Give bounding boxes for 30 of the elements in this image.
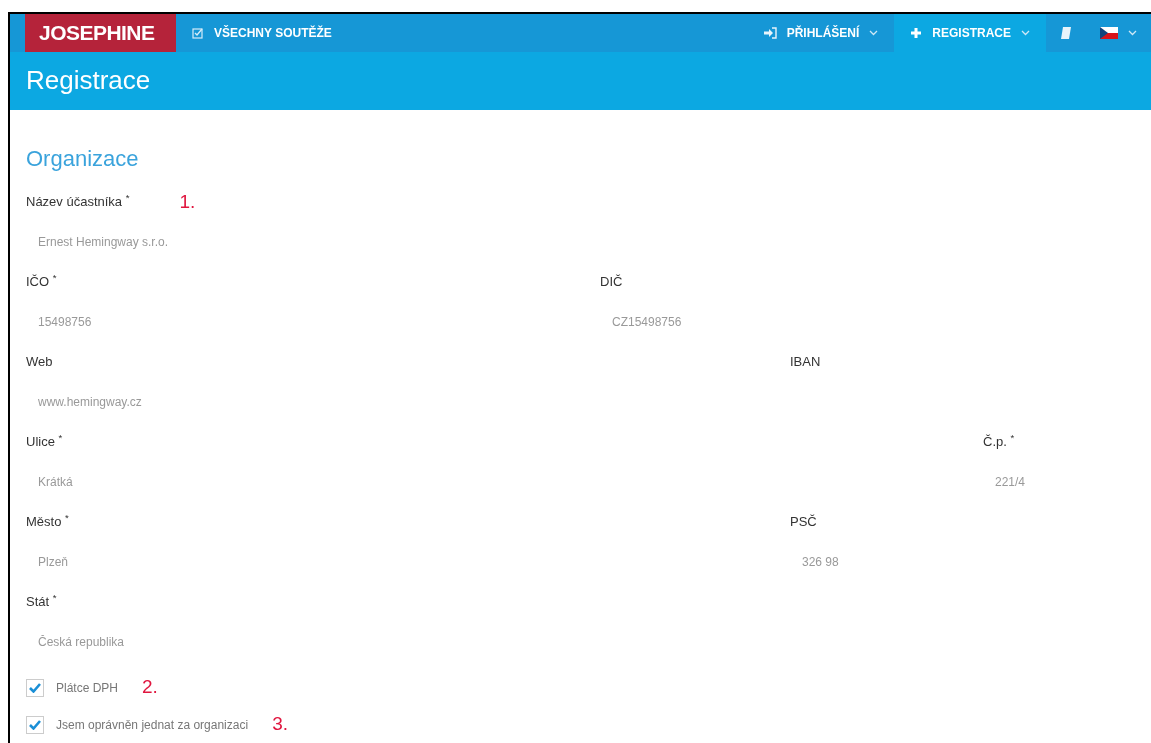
section-title: Organizace — [26, 145, 140, 173]
field-label: Web — [26, 353, 53, 372]
field-label: Název účastníka $^{*}$ — [26, 192, 130, 212]
checkmark-icon — [29, 719, 41, 730]
plus-icon — [910, 26, 923, 39]
czech-flag-icon — [1100, 26, 1118, 39]
nav-item[interactable]: PŘIHLÁŠENÍ — [746, 14, 895, 52]
book-icon — [1060, 25, 1072, 40]
logo[interactable]: JOSEPHINE — [25, 14, 176, 52]
annotation-number: 1. — [179, 189, 196, 214]
checkbox-label: Plátce DPH — [56, 679, 119, 697]
annotation-number: 2. — [142, 675, 158, 700]
field-label: Ulice $^{*}$ — [26, 432, 63, 452]
field-label: PSČ — [790, 513, 817, 532]
annotation-number: 3. — [272, 712, 288, 737]
page-title: Registrace — [26, 64, 151, 98]
field-label: IBAN — [790, 353, 821, 372]
checkbox-label: Jsem oprávněn jednat za organizaci — [56, 716, 249, 734]
checkbox[interactable] — [26, 715, 44, 734]
field-label: DIČ — [600, 273, 623, 292]
checkmark-icon — [29, 682, 41, 693]
field-label: Město $^{*}$ — [26, 512, 69, 532]
checkbox[interactable] — [26, 678, 44, 697]
field-label: Stát $^{*}$ — [26, 592, 57, 612]
nav-item[interactable]: VŠECHNY SOUTĚŽE — [176, 14, 348, 52]
field-label: IČO $^{*}$ — [26, 272, 57, 292]
checkbox-icon — [192, 26, 204, 39]
sign-in-icon — [762, 26, 777, 39]
nav-item[interactable]: REGISTRACE — [894, 14, 1046, 52]
field-label: Č.p. $^{*}$ — [983, 432, 1015, 452]
